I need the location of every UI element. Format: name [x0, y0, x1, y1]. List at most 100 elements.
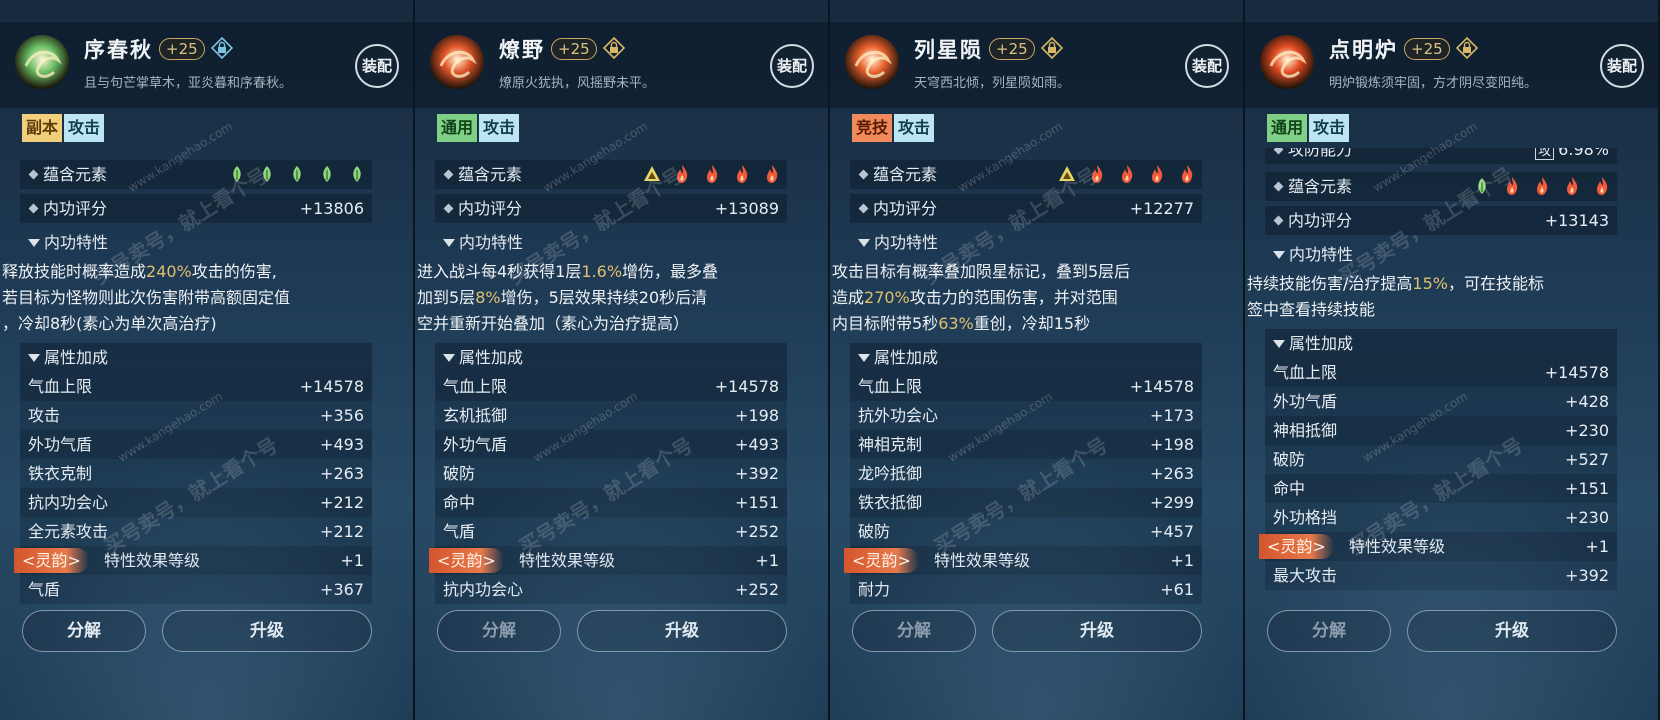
enhance-level-badge: +25	[1404, 38, 1450, 60]
upgrade-button[interactable]: 升级	[162, 610, 372, 652]
attribute-row: 命中 +151	[1265, 474, 1617, 503]
lock-icon[interactable]	[1041, 37, 1063, 59]
tag-fb: 副本	[22, 114, 63, 142]
traits-text: 内功特性	[1289, 245, 1354, 264]
attribute-row: 铁衣克制 +263	[20, 459, 372, 488]
attribute-label: 破防	[443, 464, 476, 483]
attribute-value: +527	[1565, 450, 1609, 469]
attack-defense-number: 6.98%	[1558, 148, 1609, 159]
attribute-value: +392	[1565, 566, 1609, 585]
wood-element-icon	[288, 164, 306, 184]
lock-icon[interactable]	[1456, 37, 1478, 59]
attribute-label: 气血上限	[443, 377, 508, 396]
rating-label: 内功评分	[28, 194, 107, 223]
lingyun-badge: <灵韵>	[429, 548, 504, 573]
decompose-button[interactable]: 分解	[437, 610, 561, 652]
equip-button[interactable]: 装配	[1600, 44, 1644, 88]
attribute-row: 外功格挡 +230	[1265, 503, 1617, 532]
trait-highlight: 240%	[146, 262, 192, 281]
attribute-value: +173	[1150, 406, 1194, 425]
equip-button[interactable]: 装配	[1185, 44, 1229, 88]
lock-icon[interactable]	[603, 37, 625, 59]
attrs-header[interactable]: 属性加成	[435, 343, 787, 372]
item-name: 燎野	[499, 38, 545, 62]
element-icons	[1473, 176, 1611, 196]
attack-defense-value: 攻 6.98%	[1535, 148, 1609, 164]
attribute-row: 玄机抵御 +198	[435, 401, 787, 430]
trait-line: ，冷却8秒(素心为单次高治疗)	[2, 311, 362, 337]
attrs-label: 属性加成	[858, 343, 938, 372]
attribute-row: 耐力 +61	[850, 575, 1202, 604]
attrs-label: 属性加成	[443, 343, 523, 372]
fire-element-icon	[1148, 164, 1166, 184]
fire-element-icon	[733, 164, 751, 184]
attrs-header[interactable]: 属性加成	[850, 343, 1202, 372]
attribute-label: 气血上限	[1273, 363, 1338, 382]
decompose-button[interactable]: 分解	[1267, 610, 1391, 652]
traits-header[interactable]: 内功特性	[850, 228, 1202, 257]
attribute-list: 气血上限 +14578 抗外功会心 +173 神相克制 +198 龙吟抵御 +263 铁衣抵御 +…	[844, 372, 1202, 604]
tag-gj: 攻击	[894, 114, 935, 142]
attribute-row: 外功气盾 +493	[435, 430, 787, 459]
category-tags: 通用 攻击	[1267, 114, 1350, 142]
detail-panel: 蕴含元素 内功评分 +12277 内功特性 攻击目标有概率叠加陨星标记，叠到5层后 造成2…	[832, 160, 1202, 604]
upgrade-button[interactable]: 升级	[1407, 610, 1617, 652]
trait-line: 造成270%攻击力的范围伤害，并对范围	[832, 285, 1192, 311]
trait-text: 攻击的伤害,	[191, 262, 277, 281]
attribute-row: 破防 +457	[850, 517, 1202, 546]
attribute-label: 气血上限	[28, 377, 93, 396]
attribute-row: 全元素攻击 +212	[20, 517, 372, 546]
traits-header[interactable]: 内功特性	[20, 228, 372, 257]
attrs-header[interactable]: 属性加成	[1265, 329, 1617, 358]
trait-text: ，冷却8秒(素心为单次高治疗)	[2, 314, 217, 333]
attribute-value: +14578	[1544, 363, 1609, 382]
item-subtitle: 燎原火犹执，风摇野未平。	[499, 76, 656, 91]
attribute-value: +151	[735, 493, 779, 512]
decompose-button[interactable]: 分解	[852, 610, 976, 652]
traits-header[interactable]: 内功特性	[435, 228, 787, 257]
attribute-value: +252	[735, 522, 779, 541]
rating-row: 内功评分 +12277	[850, 194, 1202, 223]
trait-text: 加到5层	[417, 288, 476, 307]
item-emblem-icon	[1257, 32, 1317, 92]
rating-row: 内功评分 +13806	[20, 194, 372, 223]
attribute-label: 外功气盾	[443, 435, 508, 454]
fire-element-icon	[673, 164, 691, 184]
lock-icon[interactable]	[211, 37, 233, 59]
upgrade-button[interactable]: 升级	[577, 610, 787, 652]
elements-text: 蕴含元素	[1288, 177, 1353, 196]
tag-gj: 攻击	[64, 114, 105, 142]
element-icons	[228, 164, 366, 184]
upgrade-button[interactable]: 升级	[992, 610, 1202, 652]
rating-text: 内功评分	[1288, 211, 1353, 230]
attribute-label: 铁衣抵御	[858, 493, 923, 512]
fire-element-icon	[763, 164, 781, 184]
attribute-value: +356	[320, 406, 364, 425]
item-name: 序春秋	[84, 38, 153, 62]
attribute-label: 神相克制	[858, 435, 923, 454]
attribute-row: 神相克制 +198	[850, 430, 1202, 459]
traits-text: 内功特性	[44, 233, 109, 252]
trait-description: 释放技能时概率造成240%攻击的伤害, 若目标为怪物则此次伤害附带高额固定值 ，冷却…	[2, 259, 362, 337]
trait-highlight: 8%	[475, 288, 501, 307]
attribute-value: +14578	[299, 377, 364, 396]
fire-element-icon	[1533, 176, 1551, 196]
attrs-header[interactable]: 属性加成	[20, 343, 372, 372]
item-name: 列星陨	[914, 38, 983, 62]
attribute-label: 抗内功会心	[443, 580, 524, 599]
decompose-button[interactable]: 分解	[22, 610, 146, 652]
fire-element-icon	[703, 164, 721, 184]
item-name: 点明炉	[1329, 38, 1398, 62]
trait-text: 攻击力的范围伤害，并对范围	[909, 288, 1118, 307]
fire-element-icon	[1178, 164, 1196, 184]
attribute-value: +212	[320, 522, 364, 541]
trait-text: 释放技能时概率造成	[2, 262, 147, 281]
attribute-list: 气血上限 +14578 外功气盾 +428 神相抵御 +230 破防 +527 命中 +151 外功…	[1259, 358, 1617, 590]
equip-button[interactable]: 装配	[770, 44, 814, 88]
equipment-card: 序春秋 +25 且与句芒掌草木，亚炎暮和序春秋。 装配 副本 攻击 蕴含元素 内功评分 +138…	[0, 0, 415, 720]
equip-button[interactable]: 装配	[355, 44, 399, 88]
element-icons	[1058, 164, 1196, 184]
traits-header[interactable]: 内功特性	[1265, 240, 1617, 269]
enhance-level-badge: +25	[989, 38, 1035, 60]
attribute-label: 玄机抵御	[443, 406, 508, 425]
